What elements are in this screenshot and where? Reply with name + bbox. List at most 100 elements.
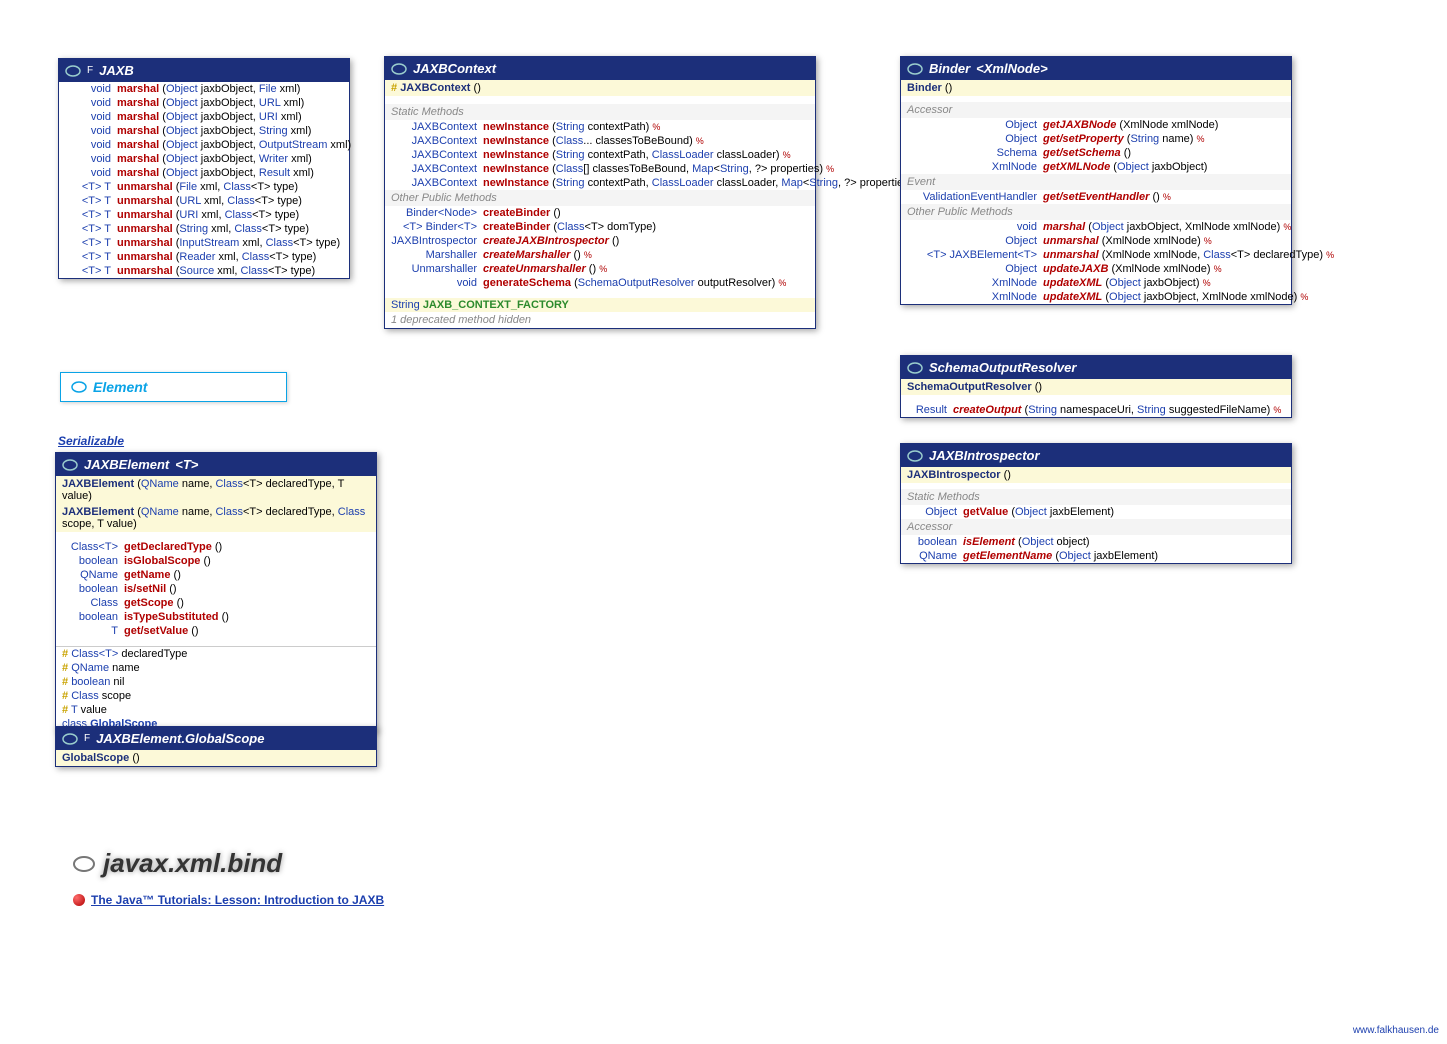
method-list: Binder<Node> createBinder ()<T> Binder<T… (385, 206, 815, 290)
class-title: JAXBElement.GlobalScope (96, 731, 264, 746)
method-row[interactable]: XmlNode getXMLNode (Object jaxbObject) (901, 160, 1291, 174)
constructor-row: # JAXBContext () (385, 80, 815, 96)
method-row[interactable]: JAXBContext newInstance (String contextP… (385, 148, 815, 162)
class-box-jaxbelement: JAXBElement <T> JAXBElement (QName name,… (55, 452, 377, 732)
method-row[interactable]: Unmarshaller createUnmarshaller () % (385, 262, 815, 276)
interface-title: Element (93, 379, 147, 395)
method-row[interactable]: <T> T unmarshal (Source xml, Class<T> ty… (59, 264, 349, 278)
tutorial-link[interactable]: The Java™ Tutorials: Lesson: Introductio… (73, 893, 384, 907)
class-icon (62, 459, 78, 471)
method-row[interactable]: void marshal (Object jaxbObject, XmlNode… (901, 220, 1291, 234)
class-icon (907, 450, 923, 462)
method-row[interactable]: ValidationEventHandler get/setEventHandl… (901, 190, 1291, 204)
method-row[interactable]: Object unmarshal (XmlNode xmlNode) % (901, 234, 1291, 248)
constructor-name: JAXBIntrospector (907, 469, 1001, 481)
interface-box-element[interactable]: Element (60, 372, 287, 402)
class-header-jaxbintrospector[interactable]: JAXBIntrospector (901, 444, 1291, 467)
method-row[interactable]: JAXBContext newInstance (String contextP… (385, 120, 815, 134)
method-row[interactable]: Binder<Node> createBinder () (385, 206, 815, 220)
serializable-link[interactable]: Serializable (58, 434, 124, 448)
method-row[interactable]: void marshal (Object jaxbObject, Result … (59, 166, 349, 180)
method-row[interactable]: QName getElementName (Object jaxbElement… (901, 549, 1291, 563)
method-row[interactable]: void marshal (Object jaxbObject, OutputS… (59, 138, 349, 152)
class-header-jaxbcontext[interactable]: JAXBContext (385, 57, 815, 80)
static-method-list: JAXBContext newInstance (String contextP… (385, 120, 815, 190)
constructor-row: SchemaOutputResolver () (901, 379, 1291, 395)
class-header-globalscope[interactable]: F JAXBElement.GlobalScope (56, 727, 376, 750)
method-row[interactable]: XmlNode updateXML (Object jaxbObject, Xm… (901, 290, 1291, 304)
method-row[interactable]: <T> T unmarshal (Reader xml, Class<T> ty… (59, 250, 349, 264)
method-row[interactable]: <T> JAXBElement<T> unmarshal (XmlNode xm… (901, 248, 1291, 262)
class-title: Binder (929, 61, 970, 76)
accessor-list: Object getJAXBNode (XmlNode xmlNode)Obje… (901, 118, 1291, 174)
method-row[interactable]: JAXBContext newInstance (String contextP… (385, 176, 815, 190)
interface-icon (71, 381, 87, 393)
method-row[interactable]: void generateSchema (SchemaOutputResolve… (385, 276, 815, 290)
method-row[interactable]: <T> T unmarshal (File xml, Class<T> type… (59, 180, 349, 194)
deprecated-note: 1 deprecated method hidden (385, 312, 815, 328)
section-accessor: Accessor (901, 102, 1291, 118)
class-title: JAXB (99, 63, 134, 78)
field-row: # Class scope (56, 689, 376, 703)
method-row[interactable]: <T> T unmarshal (InputStream xml, Class<… (59, 236, 349, 250)
method-row[interactable]: JAXBContext newInstance (Class... classe… (385, 134, 815, 148)
class-header-binder[interactable]: Binder <XmlNode> (901, 57, 1291, 80)
class-box-jaxb: F JAXB void marshal (Object jaxbObject, … (58, 58, 350, 279)
method-row[interactable]: Object updateJAXB (XmlNode xmlNode) % (901, 262, 1291, 276)
constructor-row: JAXBElement (QName name, Class<T> declar… (56, 476, 376, 504)
method-row[interactable]: void marshal (Object jaxbObject, Writer … (59, 152, 349, 166)
method-row[interactable]: JAXBContext newInstance (Class[] classes… (385, 162, 815, 176)
method-row[interactable]: QName getName () (56, 568, 376, 582)
section-other: Other Public Methods (385, 190, 815, 206)
method-row[interactable]: Object getValue (Object jaxbElement) (901, 505, 1291, 519)
method-row[interactable]: Class<T> getDeclaredType () (56, 540, 376, 554)
section-other: Other Public Methods (901, 204, 1291, 220)
class-title: JAXBElement (84, 457, 169, 472)
constructor-list: JAXBElement (QName name, Class<T> declar… (56, 476, 376, 532)
constant-type: String (391, 299, 420, 311)
method-row[interactable]: Result createOutput (String namespaceUri… (901, 403, 1291, 417)
class-icon (62, 733, 78, 745)
section-accessor: Accessor (901, 519, 1291, 535)
type-param: <XmlNode> (976, 61, 1048, 76)
method-row[interactable]: boolean is/setNil () (56, 582, 376, 596)
method-row[interactable]: XmlNode updateXML (Object jaxbObject) % (901, 276, 1291, 290)
method-row[interactable]: void marshal (Object jaxbObject, String … (59, 124, 349, 138)
class-icon (907, 362, 923, 374)
class-header-jaxb[interactable]: F JAXB (59, 59, 349, 82)
method-row[interactable]: T get/setValue () (56, 624, 376, 638)
method-row[interactable]: <T> Binder<T> createBinder (Class<T> dom… (385, 220, 815, 234)
method-row[interactable]: void marshal (Object jaxbObject, URI xml… (59, 110, 349, 124)
tutorial-label: The Java™ Tutorials: Lesson: Introductio… (91, 893, 384, 907)
method-row[interactable]: Object getJAXBNode (XmlNode xmlNode) (901, 118, 1291, 132)
method-row[interactable]: boolean isTypeSubstituted () (56, 610, 376, 624)
method-row[interactable]: <T> T unmarshal (String xml, Class<T> ty… (59, 222, 349, 236)
bullet-icon (73, 894, 85, 906)
method-row[interactable]: void marshal (Object jaxbObject, URL xml… (59, 96, 349, 110)
class-header-schemaoutputresolver[interactable]: SchemaOutputResolver (901, 356, 1291, 379)
method-row[interactable]: Schema get/setSchema () (901, 146, 1291, 160)
event-list: ValidationEventHandler get/setEventHandl… (901, 190, 1291, 204)
method-row[interactable]: <T> T unmarshal (URL xml, Class<T> type) (59, 194, 349, 208)
method-row[interactable]: <T> T unmarshal (URI xml, Class<T> type) (59, 208, 349, 222)
class-title: SchemaOutputResolver (929, 360, 1076, 375)
accessor-list: boolean isElement (Object object)QName g… (901, 535, 1291, 563)
class-icon (391, 63, 407, 75)
method-row[interactable]: Marshaller createMarshaller () % (385, 248, 815, 262)
class-header-jaxbelement[interactable]: JAXBElement <T> (56, 453, 376, 476)
field-row: # boolean nil (56, 675, 376, 689)
section-event: Event (901, 174, 1291, 190)
class-box-jaxbintrospector: JAXBIntrospector JAXBIntrospector () Sta… (900, 443, 1292, 564)
constructor-name: JAXBContext (400, 82, 470, 94)
class-box-globalscope: F JAXBElement.GlobalScope GlobalScope () (55, 726, 377, 767)
final-marker: F (84, 733, 90, 744)
constant-name: JAXB_CONTEXT_FACTORY (423, 299, 569, 311)
method-row[interactable]: void marshal (Object jaxbObject, File xm… (59, 82, 349, 96)
method-row[interactable]: JAXBIntrospector createJAXBIntrospector … (385, 234, 815, 248)
method-row[interactable]: boolean isGlobalScope () (56, 554, 376, 568)
method-row[interactable]: Object get/setProperty (String name) % (901, 132, 1291, 146)
footer-credit[interactable]: www.falkhausen.de (1353, 1025, 1439, 1036)
method-row[interactable]: Class getScope () (56, 596, 376, 610)
class-box-jaxbcontext: JAXBContext # JAXBContext () Static Meth… (384, 56, 816, 329)
method-row[interactable]: boolean isElement (Object object) (901, 535, 1291, 549)
